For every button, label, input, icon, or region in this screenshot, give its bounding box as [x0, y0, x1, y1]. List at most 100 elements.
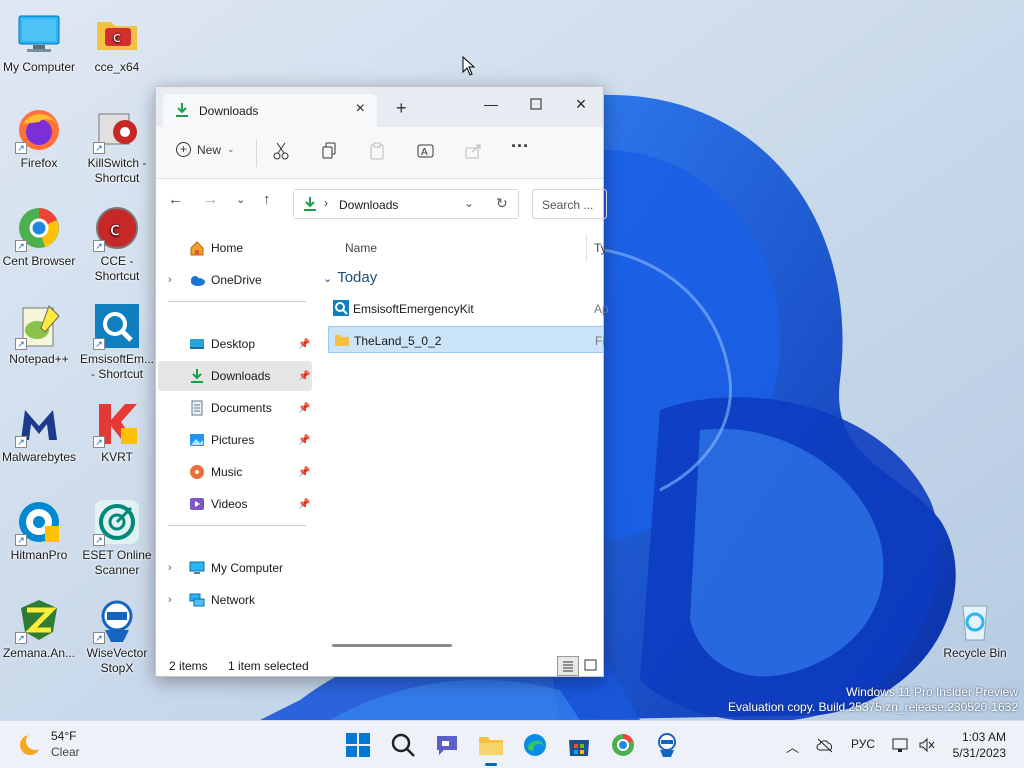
paste-icon[interactable] — [369, 142, 385, 163]
pin-icon[interactable]: 📌 — [298, 371, 310, 382]
pin-icon[interactable]: 📌 — [298, 467, 310, 478]
rename-icon[interactable]: A — [417, 142, 435, 163]
close-tab-icon[interactable]: × — [356, 100, 365, 118]
download-arrow-icon — [175, 102, 189, 121]
tab-downloads[interactable]: Downloads × — [163, 94, 377, 127]
network-display-icon[interactable] — [892, 737, 910, 756]
horizontal-scrollbar[interactable] — [332, 644, 452, 647]
watermark-line1: Windows 11 Pro Insider Preview — [846, 685, 1018, 699]
file-type: Fi — [595, 334, 605, 348]
svg-text:A: A — [421, 147, 428, 158]
nav-item-home[interactable]: Home — [158, 233, 312, 263]
large-icons-view-icon[interactable] — [580, 656, 602, 676]
pin-icon[interactable]: 📌 — [298, 499, 310, 510]
nav-item-onedrive[interactable]: › OneDrive — [158, 265, 312, 295]
close-button[interactable]: × — [561, 92, 601, 116]
minimize-button[interactable]: — — [471, 92, 511, 116]
expand-chevron-icon[interactable]: › — [168, 562, 172, 574]
desktop-icon-cce-x64[interactable]: c cce_x64 — [78, 10, 156, 75]
address-dropdown-icon[interactable]: ⌄ — [464, 196, 474, 210]
clock[interactable]: 1:03 AM 5/31/2023 — [953, 729, 1006, 761]
maximize-button[interactable] — [516, 92, 556, 116]
desktop-icon-my-computer[interactable]: My Computer — [0, 10, 78, 75]
column-header-name[interactable]: Name — [345, 241, 377, 255]
expand-chevron-icon[interactable]: › — [168, 594, 172, 606]
details-view-icon[interactable] — [557, 656, 579, 676]
file-row[interactable]: EmsisoftEmergencyKit Ap — [328, 295, 609, 322]
desktop-icon-recycle-bin[interactable]: Recycle Bin — [936, 596, 1014, 661]
cloud-icon — [189, 272, 205, 288]
notepadpp-icon: ↗ — [15, 302, 63, 350]
file-explorer-icon[interactable] — [478, 732, 504, 766]
file-row[interactable]: TheLand_5_0_2 Fi — [328, 326, 605, 353]
desktop-icon-notepadpp[interactable]: ↗ Notepad++ — [0, 302, 78, 367]
desktop-icon-cce[interactable]: c ↗ CCE - Shortcut — [78, 204, 156, 284]
volume-muted-icon[interactable] — [918, 737, 936, 756]
start-icon[interactable] — [345, 732, 371, 758]
copy-icon[interactable] — [321, 142, 337, 163]
group-header-today[interactable]: ⌄ Today — [323, 269, 377, 286]
chat-icon[interactable] — [434, 732, 460, 758]
search-icon[interactable] — [390, 732, 416, 758]
nav-item-desktop[interactable]: Desktop 📌 — [158, 329, 312, 359]
back-arrow-icon[interactable]: ← — [168, 191, 183, 208]
expand-chevron-icon[interactable]: › — [168, 274, 172, 286]
navigation-pane: Home › OneDrive Desktop 📌 Downloads 📌 Do… — [156, 229, 316, 639]
desktop-icon-firefox[interactable]: ↗ Firefox — [0, 106, 78, 171]
hitmanpro-icon: ↗ — [15, 498, 63, 546]
breadcrumb-downloads[interactable]: Downloads — [339, 198, 398, 212]
new-button[interactable]: + New ⌄ — [176, 142, 235, 157]
nav-item-music[interactable]: Music 📌 — [158, 457, 312, 487]
address-bar[interactable]: › Downloads ⌄ ↻ — [293, 189, 519, 219]
weather-temperature: 54°F — [51, 729, 77, 743]
up-arrow-icon[interactable]: ↑ — [263, 191, 271, 208]
desktop-icon-hitmanpro[interactable]: ↗ HitmanPro — [0, 498, 78, 563]
nav-item-documents[interactable]: Documents 📌 — [158, 393, 312, 423]
nav-item-pictures[interactable]: Pictures 📌 — [158, 425, 312, 455]
desktop-icon-killswitch[interactable]: ↗ KillSwitch - Shortcut — [78, 106, 156, 186]
pin-icon[interactable]: 📌 — [298, 435, 310, 446]
watermark-line2: Evaluation copy. Build 25375.zn_release.… — [728, 700, 1018, 714]
search-input[interactable]: Search ... — [532, 189, 607, 219]
pictures-icon — [189, 432, 205, 448]
share-icon[interactable] — [465, 142, 483, 163]
nav-item-network[interactable]: › Network — [158, 585, 312, 615]
cent-browser-taskbar-icon[interactable] — [610, 732, 636, 758]
download-arrow-icon — [303, 196, 317, 215]
killswitch-icon: ↗ — [93, 106, 141, 154]
new-tab-button[interactable]: + — [396, 98, 407, 119]
microsoft-store-icon[interactable] — [566, 732, 592, 758]
clock-time: 1:03 AM — [961, 730, 1006, 744]
column-divider[interactable] — [586, 234, 587, 262]
desktop-icon-kvrt[interactable]: ↗ KVRT — [78, 400, 156, 465]
nav-item-my-computer[interactable]: › My Computer — [158, 553, 312, 583]
desktop-folder-icon — [189, 336, 205, 352]
desktop-icon-eset[interactable]: ↗ ESET Online Scanner — [78, 498, 156, 578]
show-hidden-icons-chevron-icon[interactable]: ︿ — [786, 737, 799, 756]
nav-item-videos[interactable]: Videos 📌 — [158, 489, 312, 519]
edge-icon[interactable] — [522, 732, 548, 758]
folder-icon — [334, 332, 350, 348]
desktop-icon-cent-browser[interactable]: ↗ Cent Browser — [0, 204, 78, 269]
nav-item-downloads[interactable]: Downloads 📌 — [158, 361, 312, 391]
desktop-icon-zemana[interactable]: ↗ Zemana.An... — [0, 596, 78, 661]
refresh-icon[interactable]: ↻ — [496, 195, 508, 212]
input-language-indicator[interactable]: РУС — [851, 737, 875, 751]
cloud-offline-icon[interactable] — [816, 737, 834, 756]
malwarebytes-icon: ↗ — [15, 400, 63, 448]
kvrt-icon: ↗ — [93, 400, 141, 448]
pin-icon[interactable]: 📌 — [298, 403, 310, 414]
column-header-type[interactable]: Ty — [594, 241, 607, 255]
desktop-icon-wisevector[interactable]: ↗ WiseVector StopX — [78, 596, 156, 676]
desktop-icon-emsisoft[interactable]: ↗ EmsisoftEm... - Shortcut — [78, 302, 156, 382]
pin-icon[interactable]: 📌 — [298, 339, 310, 350]
more-options-icon[interactable]: ··· — [511, 136, 529, 157]
new-button-label: New — [197, 142, 222, 157]
cut-icon[interactable] — [273, 142, 289, 163]
title-bar[interactable]: Downloads × + — × — [156, 87, 603, 127]
forward-arrow-icon[interactable]: → — [203, 191, 218, 208]
weather-widget[interactable]: 54°F Clear — [18, 729, 138, 761]
desktop-icon-malwarebytes[interactable]: ↗ Malwarebytes — [0, 400, 78, 465]
wisevector-taskbar-icon[interactable] — [654, 732, 680, 758]
recent-locations-chevron-icon[interactable]: ⌄ — [236, 193, 245, 206]
